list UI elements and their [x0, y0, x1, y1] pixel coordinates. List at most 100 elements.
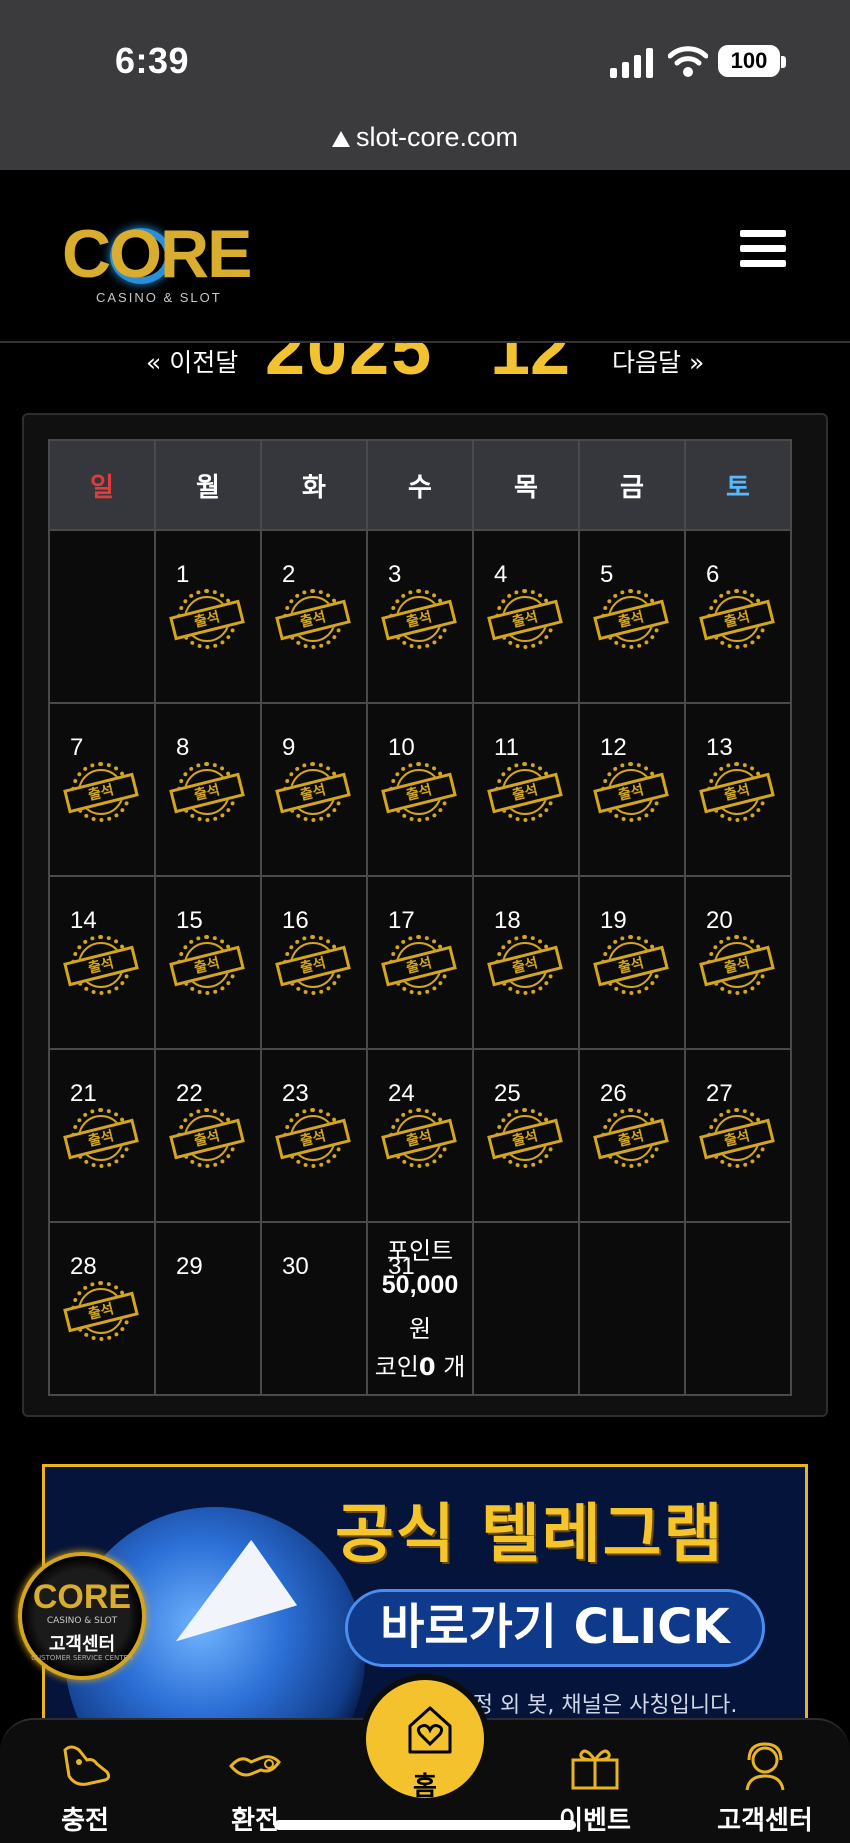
day-number: 7	[70, 734, 84, 761]
wifi-icon	[668, 46, 708, 77]
coin-label: 코인	[374, 1353, 419, 1381]
attendance-stamp-icon: 출석	[699, 589, 775, 655]
exchange-icon	[229, 1755, 281, 1777]
day-number: 6	[706, 561, 720, 588]
calendar-day-cell: 22 출석	[154, 1048, 262, 1223]
floating-support-badge[interactable]: CORE CASINO & SLOT 고객센터 CUSTOMER SERVICE…	[18, 1552, 146, 1680]
attendance-stamp-icon: 출석	[275, 1108, 351, 1174]
calendar-day-cell: 19 출석	[578, 875, 686, 1050]
status-bar: 6:39 100	[0, 0, 850, 112]
badge-label: 고객센터	[48, 1634, 116, 1655]
badge-sub: CASINO & SLOT	[46, 1616, 118, 1626]
day-number: 16	[282, 907, 309, 934]
weekday-thu: 목	[472, 439, 580, 531]
weekday-header-row: 일 월 화 수 목 금 토	[48, 439, 792, 531]
day-number: 22	[176, 1080, 203, 1107]
nav-home[interactable]: 홈	[360, 1674, 490, 1804]
attendance-stamp-icon: 출석	[593, 1108, 669, 1174]
calendar-week-row: 14 출석 15 출석 16 출석 17 출석 18 출석 19 출석 20 출석	[48, 875, 792, 1050]
menu-icon[interactable]	[740, 230, 786, 268]
attendance-stamp-icon: 출석	[63, 762, 139, 828]
day-number: 28	[70, 1253, 97, 1280]
day-number: 14	[70, 907, 97, 934]
month-navigation: « 이전달 2025 12 다음달 »	[0, 343, 850, 383]
calendar-day-cell: 7 출석	[48, 702, 156, 877]
day-number: 17	[388, 907, 415, 934]
calendar-day-cell: 4 출석	[472, 529, 580, 704]
attendance-stamp-icon: 출석	[487, 1108, 563, 1174]
calendar-year: 2025	[265, 343, 434, 383]
nav-support[interactable]: 고객센터	[700, 1740, 830, 1837]
nav-charge[interactable]: 충전	[20, 1740, 150, 1837]
calendar-day-cell-points: 31 포인트 50,000 원 코인0 개	[366, 1221, 474, 1396]
calendar-week-row: 1 출석 2 출석 3 출석 4 출석 5 출석 6 출석	[48, 529, 792, 704]
calendar-day-cell: 23 출석	[260, 1048, 368, 1223]
coin-line: 코인0 개	[368, 1347, 472, 1382]
calendar-empty-cell	[684, 1221, 792, 1396]
day-number: 29	[176, 1253, 203, 1280]
banner-click-button[interactable]: 바로가기 CLICK	[345, 1589, 765, 1667]
calendar-day-cell: 25 출석	[472, 1048, 580, 1223]
day-number: 11	[494, 734, 519, 761]
coin-unit: 개	[435, 1353, 466, 1381]
calendar-day-cell: 9 출석	[260, 702, 368, 877]
calendar-day-cell: 17 출석	[366, 875, 474, 1050]
day-number: 20	[706, 907, 733, 934]
day-number: 4	[494, 561, 508, 588]
attendance-stamp-icon: 출석	[699, 935, 775, 1001]
calendar-day-cell: 28 출석	[48, 1221, 156, 1396]
day-number: 21	[70, 1080, 97, 1107]
calendar-day-cell: 15 출석	[154, 875, 262, 1050]
calendar-day-cell: 1 출석	[154, 529, 262, 704]
calendar-empty-cell	[578, 1221, 686, 1396]
attendance-stamp-icon: 출석	[593, 935, 669, 1001]
attendance-stamp-icon: 출석	[63, 935, 139, 1001]
points-label: 포인트	[386, 1237, 454, 1265]
attendance-stamp-icon: 출석	[487, 935, 563, 1001]
home-indicator	[274, 1820, 576, 1830]
calendar-day-cell: 24 출석	[366, 1048, 474, 1223]
attendance-stamp-icon: 출석	[381, 935, 457, 1001]
nav-home-label: 홈	[413, 1772, 437, 1802]
day-number: 27	[706, 1080, 733, 1107]
points-unit: 원	[408, 1315, 432, 1343]
calendar-day-cell: 5 출석	[578, 529, 686, 704]
prev-month-link[interactable]: « 이전달	[146, 343, 238, 379]
calendar-day-cell: 16 출석	[260, 875, 368, 1050]
cellular-signal-icon	[610, 48, 653, 78]
day-number: 30	[282, 1253, 309, 1280]
attendance-stamp-icon: 출석	[63, 1108, 139, 1174]
attendance-stamp-icon: 출석	[487, 762, 563, 828]
core-logo[interactable]: CORE CASINO & SLOT	[62, 220, 267, 310]
nav-exchange-label: 환전	[231, 1806, 279, 1836]
calendar-empty-cell	[472, 1221, 580, 1396]
calendar-day-cell: 18 출석	[472, 875, 580, 1050]
calendar-day-cell: 20 출석	[684, 875, 792, 1050]
attendance-stamp-icon: 출석	[593, 589, 669, 655]
day-number: 1	[176, 561, 190, 588]
nav-charge-label: 충전	[61, 1806, 109, 1836]
attendance-stamp-icon: 출석	[381, 1108, 457, 1174]
day-number: 23	[282, 1080, 309, 1107]
day-number: 3	[388, 561, 402, 588]
day-number: 18	[494, 907, 521, 934]
weekday-sat: 토	[684, 439, 792, 531]
attendance-stamp-icon: 출석	[169, 935, 245, 1001]
day-number: 8	[176, 734, 190, 761]
home-heart-icon	[408, 1706, 452, 1754]
next-month-link[interactable]: 다음달 »	[612, 343, 704, 379]
day-number: 5	[600, 561, 614, 588]
calendar-week-row: 28 출석 29 30 31 포인트 50,000 원 코인0 개	[48, 1221, 792, 1396]
battery-indicator: 100	[718, 45, 786, 77]
address-bar[interactable]: slot-core.com	[0, 112, 850, 170]
day-number: 19	[600, 907, 627, 934]
calendar-day-cell: 10 출석	[366, 702, 474, 877]
calendar-week-row: 7 출석 8 출석 9 출석 10 출석 11 출석 12 출석 13 출석	[48, 702, 792, 877]
day-number: 25	[494, 1080, 521, 1107]
weekday-fri: 금	[578, 439, 686, 531]
calendar-day-cell: 12 출석	[578, 702, 686, 877]
url-text: slot-core.com	[355, 122, 519, 152]
attendance-stamp-icon: 출석	[169, 762, 245, 828]
attendance-stamp-icon: 출석	[699, 1108, 775, 1174]
calendar-day-cell: 6 출석	[684, 529, 792, 704]
